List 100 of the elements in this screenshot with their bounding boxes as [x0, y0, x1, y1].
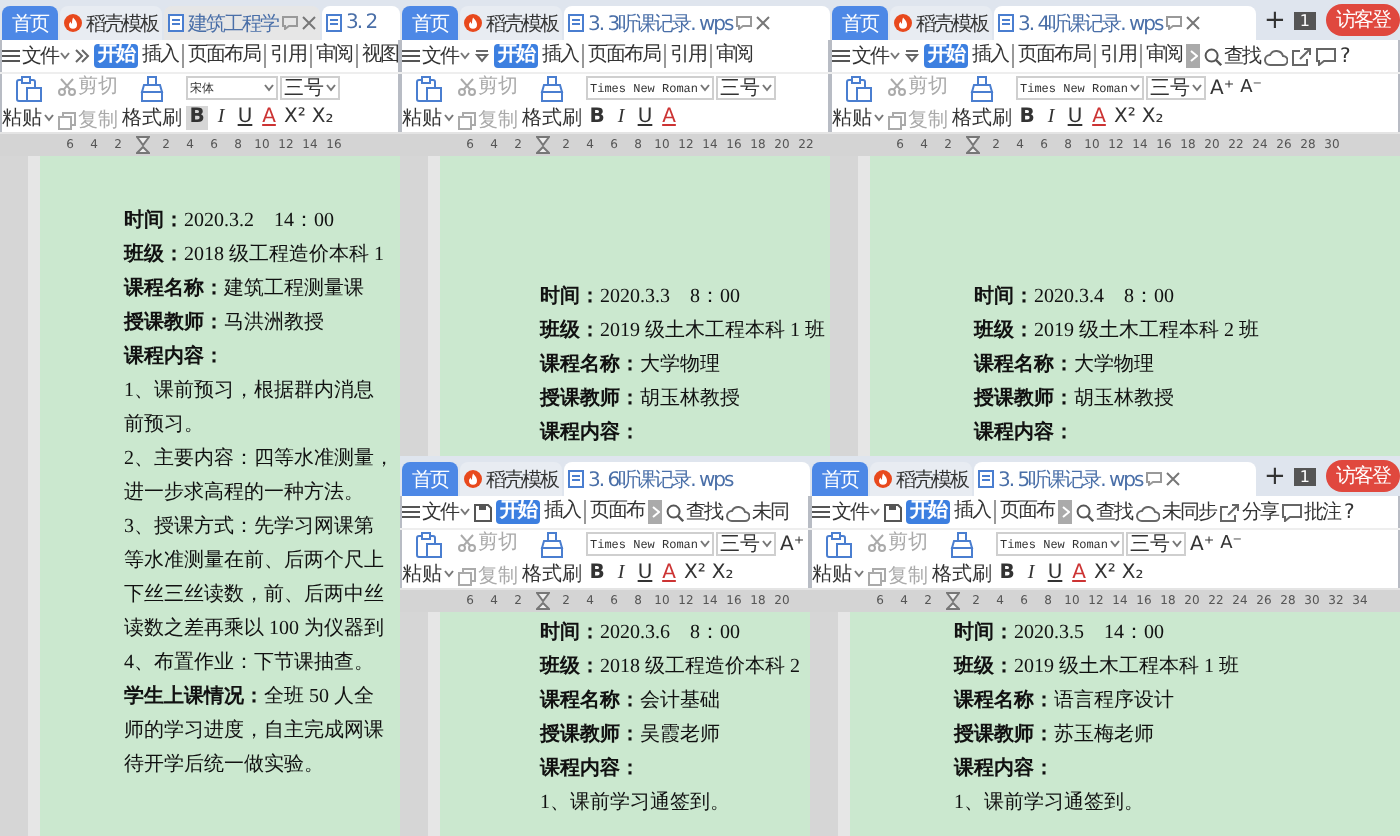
document-tab[interactable]: 建筑工程学	[164, 6, 320, 40]
font-size-field[interactable]: 三号	[1126, 532, 1187, 556]
file-menu[interactable]: 文件	[2, 42, 70, 70]
template-tab[interactable]: 稻壳模板	[460, 6, 562, 40]
template-tab[interactable]: 稻壳模板	[60, 6, 162, 40]
scroll-tabs-button[interactable]	[648, 500, 662, 524]
format-painter-button[interactable]: 格式刷	[122, 75, 182, 131]
ribbon-tab[interactable]: 开始	[906, 500, 950, 524]
template-tab[interactable]: 稻壳模板	[460, 462, 562, 496]
home-tab[interactable]: 首页	[402, 462, 458, 496]
close-icon[interactable]	[302, 16, 316, 30]
font-size-field[interactable]: 三号	[716, 76, 777, 100]
ribbon-tab[interactable]: 插入	[952, 500, 992, 524]
ribbon-tab[interactable]: 开始	[924, 44, 968, 68]
scroll-tabs-button[interactable]	[1186, 44, 1200, 68]
document-tab[interactable]: 3. 5听课记录. wps	[974, 462, 1256, 496]
share-button[interactable]	[1292, 47, 1312, 65]
ribbon-tab[interactable]: 开始	[494, 44, 538, 68]
color-button[interactable]: A	[658, 106, 680, 130]
home-tab[interactable]: 首页	[832, 6, 888, 40]
sup-button[interactable]: X²	[1112, 106, 1138, 130]
ribbon-tab[interactable]: 页面布局	[1012, 44, 1092, 68]
bold-button[interactable]: B	[996, 562, 1018, 586]
document-tab[interactable]: 3. 2	[322, 6, 400, 40]
font-size-field[interactable]: 三号	[1146, 76, 1207, 100]
font-size-field[interactable]: 三号	[716, 532, 777, 556]
window-count-badge[interactable]: 1	[1293, 467, 1316, 485]
paste-button[interactable]: 粘贴	[402, 75, 454, 131]
comment-button[interactable]: 批注	[1282, 498, 1340, 526]
underline-button[interactable]: U	[234, 106, 256, 130]
home-tab[interactable]: 首页	[812, 462, 868, 496]
comment-button[interactable]	[1316, 47, 1336, 65]
format-painter-button[interactable]: 格式刷	[932, 531, 992, 587]
ribbon-tab[interactable]: 引用	[264, 44, 308, 68]
sub-button[interactable]: X₂	[1119, 562, 1146, 586]
template-tab[interactable]: 稻壳模板	[870, 462, 972, 496]
file-menu[interactable]: 文件	[832, 42, 900, 70]
file-menu[interactable]: 文件	[402, 498, 470, 526]
color-button[interactable]: A	[1068, 562, 1090, 586]
search-button[interactable]: 查找	[1076, 498, 1132, 526]
sup-button[interactable]: X²	[1092, 562, 1118, 586]
close-icon[interactable]	[1186, 16, 1201, 30]
bold-button[interactable]: B	[586, 562, 608, 586]
share-button[interactable]: 分享	[1220, 498, 1278, 526]
ribbon-tab[interactable]: 引用	[1094, 44, 1138, 68]
sync-button[interactable]: 未同步	[1136, 498, 1216, 526]
italic-button[interactable]: I	[1020, 562, 1042, 586]
ribbon-tab[interactable]: 页面布局	[582, 44, 662, 68]
sub-button[interactable]: X₂	[309, 106, 336, 130]
file-menu[interactable]: 文件	[812, 498, 880, 526]
new-tab-button[interactable]: +	[1258, 5, 1292, 35]
italic-button[interactable]: I	[610, 562, 632, 586]
ribbon-tab[interactable]: 开始	[496, 500, 540, 524]
italic-button[interactable]: I	[1040, 106, 1062, 130]
shrink-font-button[interactable]: A⁻	[1238, 78, 1265, 98]
shrink-font-button[interactable]: A⁻	[1218, 534, 1245, 554]
home-tab[interactable]: 首页	[402, 6, 458, 40]
search-button[interactable]: 查找	[1204, 42, 1260, 70]
ribbon-tab[interactable]: 引用	[664, 44, 708, 68]
ribbon-tab[interactable]: 页面布	[994, 500, 1056, 524]
document-tab[interactable]: 3. 3听课记录. wps	[564, 6, 830, 40]
sub-button[interactable]: X₂	[1139, 106, 1166, 130]
format-painter-button[interactable]: 格式刷	[522, 75, 582, 131]
help-button[interactable]: ?	[1344, 501, 1353, 523]
italic-button[interactable]: I	[210, 106, 232, 130]
paste-button[interactable]: 粘贴	[402, 531, 454, 587]
help-button[interactable]: ?	[1340, 45, 1349, 67]
search-button[interactable]: 查找	[666, 498, 722, 526]
ribbon-tab[interactable]: 页面布局	[182, 44, 262, 68]
color-button[interactable]: A	[658, 562, 680, 586]
ribbon-tab[interactable]: 审阅	[310, 44, 354, 68]
underline-button[interactable]: U	[634, 106, 656, 130]
document-tab[interactable]: 3. 4听课记录. wps	[994, 6, 1256, 40]
underline-button[interactable]: U	[634, 562, 656, 586]
italic-button[interactable]: I	[610, 106, 632, 130]
file-menu[interactable]: 文件	[402, 42, 470, 70]
window-count-badge[interactable]: 1	[1293, 11, 1316, 29]
format-painter-button[interactable]: 格式刷	[522, 531, 582, 587]
bold-button[interactable]: B	[1016, 106, 1038, 130]
login-button[interactable]: 访客登	[1326, 4, 1400, 36]
document-tab[interactable]: 3. 6听课记录. wps	[564, 462, 810, 496]
scroll-tabs-button[interactable]	[1058, 500, 1072, 524]
login-button[interactable]: 访客登	[1326, 460, 1400, 492]
paste-button[interactable]: 粘贴	[832, 75, 884, 131]
color-button[interactable]: A	[1088, 106, 1110, 130]
template-tab[interactable]: 稻壳模板	[890, 6, 992, 40]
sup-button[interactable]: X²	[682, 562, 708, 586]
ribbon-tab[interactable]: 审阅	[710, 44, 754, 68]
underline-button[interactable]: U	[1044, 562, 1066, 586]
grow-font-button[interactable]: A⁺	[778, 533, 807, 555]
paste-button[interactable]: 粘贴	[2, 75, 54, 131]
ribbon-tab[interactable]: 审阅	[1140, 44, 1184, 68]
close-icon[interactable]	[756, 16, 771, 30]
grow-font-button[interactable]: A⁺	[1188, 533, 1217, 555]
underline-button[interactable]: U	[1064, 106, 1086, 130]
bold-button[interactable]: B	[186, 106, 208, 130]
ribbon-tab[interactable]: 开始	[94, 44, 138, 68]
format-painter-button[interactable]: 格式刷	[952, 75, 1012, 131]
color-button[interactable]: A	[258, 106, 280, 130]
sub-button[interactable]: X₂	[709, 562, 736, 586]
